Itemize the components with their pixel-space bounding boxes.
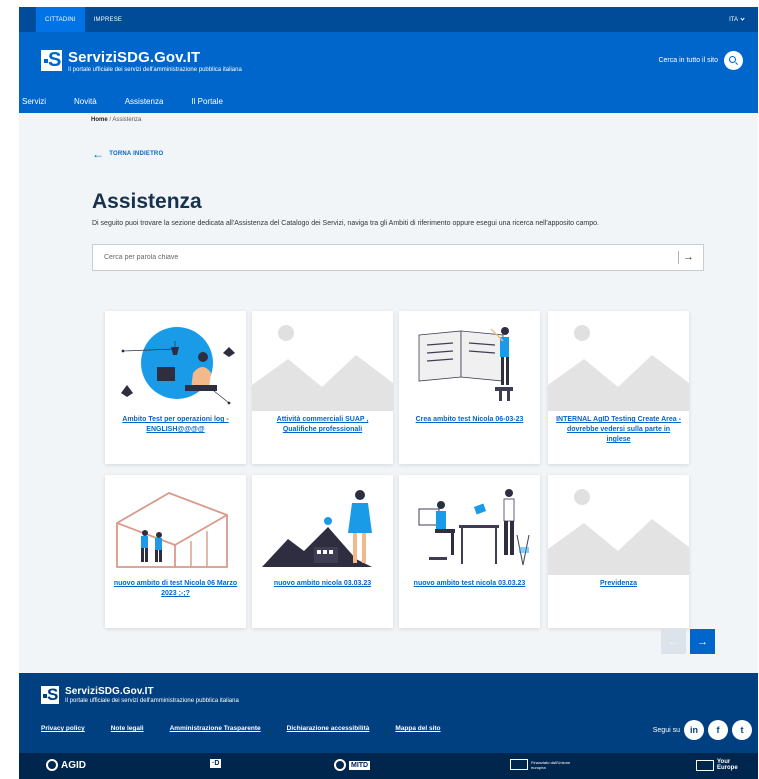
card-nuovo-ambito-06-marzo[interactable]: nuovo ambito di test Nicola 06 Marzo 202…: [105, 475, 246, 628]
book-person-illustration: [418, 327, 513, 401]
card-title[interactable]: Attività commerciali SUAP , Qualifiche p…: [260, 415, 385, 435]
partners-bar: AGID ·D MITD Finanziato dall'Unione euro…: [19, 753, 758, 779]
woman-landscape-illustration: [262, 490, 372, 567]
arrow-right-icon: →: [697, 635, 708, 648]
card-title[interactable]: nuovo ambito nicola 03.03.23: [260, 579, 385, 589]
search-input[interactable]: [93, 245, 677, 270]
search-icon[interactable]: [724, 51, 743, 70]
card-attivita-commerciali[interactable]: Attività commerciali SUAP , Qualifiche p…: [252, 311, 393, 464]
mitd-emblem-icon: [334, 759, 346, 771]
site-header: S ServiziSDG.Gov.IT Il portale ufficiale…: [19, 32, 758, 89]
site-logo-icon[interactable]: S: [41, 49, 62, 71]
arrow-right-icon[interactable]: →: [683, 249, 694, 265]
site-brand[interactable]: ServiziSDG.Gov.IT Il portale ufficiale d…: [68, 49, 242, 73]
footer-site-name: ServiziSDG.Gov.IT: [65, 686, 154, 697]
search-divider: [678, 251, 679, 264]
tab-imprese-label: IMPRESE: [93, 16, 123, 23]
placeholder-mountain-image: [548, 475, 689, 575]
page: CITTADINI IMPRESE ITA S ServiziSDG.Gov.I…: [19, 7, 758, 779]
card-title[interactable]: nuovo ambito test nicola 03.03.23: [407, 579, 532, 589]
card-title[interactable]: Ambito Test per operazioni log - ENGLISH…: [113, 415, 238, 435]
site-footer: S ServiziSDG.Gov.IT Il portale ufficiale…: [19, 673, 758, 779]
logo-letter: S: [47, 685, 59, 704]
follow-label: Segui su: [652, 726, 680, 734]
footer-links: Privacy policy Note legali Amministrazio…: [41, 725, 441, 732]
nav-item-assistenza[interactable]: Assistenza: [125, 97, 164, 106]
eu-funding-logo[interactable]: Finanziato dall'Unione europea: [510, 759, 575, 770]
footer-link-accessibilita[interactable]: Dichiarazione accessibilità: [287, 725, 370, 732]
eu-flag-icon: [510, 759, 528, 770]
top-strip: CITTADINI IMPRESE ITA: [19, 7, 758, 32]
footer-link-mappa[interactable]: Mappa del sito: [395, 725, 440, 732]
prev-page-button[interactable]: ←: [661, 629, 686, 654]
site-tagline: Il portale ufficiale dei servizi dell'am…: [68, 66, 242, 73]
house-frame-illustration: [116, 492, 228, 568]
card-title[interactable]: Previdenza: [556, 579, 681, 589]
arrow-left-icon: ←: [668, 635, 679, 648]
agid-emblem-icon: [46, 759, 58, 771]
card-nuovo-ambito-test-nicola[interactable]: nuovo ambito test nicola 03.03.23: [399, 475, 540, 628]
logo-letter: S: [48, 49, 62, 71]
card-title[interactable]: INTERNAL AgID Testing Create Area - dovr…: [556, 415, 681, 445]
page-title: Assistenza: [92, 190, 202, 213]
pagination: ← →: [661, 629, 715, 654]
dtd-logo[interactable]: ·D: [210, 759, 222, 768]
card-previdenza[interactable]: Previdenza: [548, 475, 689, 628]
nav-item-servizi[interactable]: Servizi: [22, 97, 46, 106]
dtd-label: ·D: [210, 759, 222, 768]
next-page-button[interactable]: →: [690, 629, 715, 654]
header-search[interactable]: Cerca in tutto il sito: [658, 51, 743, 70]
tab-cittadini-label: CITTADINI: [45, 16, 76, 23]
your-europe-logo[interactable]: Your Europe: [696, 759, 741, 771]
breadcrumb: Home / Assistenza: [91, 117, 141, 123]
linkedin-icon[interactable]: in: [684, 720, 704, 740]
back-link-label: TORNA INDIETRO: [109, 151, 164, 157]
mitd-logo[interactable]: MITD: [334, 759, 371, 771]
placeholder-mountain-image: [548, 311, 689, 411]
language-label: ITA: [729, 16, 738, 23]
back-link[interactable]: ← TORNA INDIETRO: [92, 147, 164, 161]
card-nuovo-ambito-nicola[interactable]: nuovo ambito nicola 03.03.23: [252, 475, 393, 628]
footer-brand[interactable]: S ServiziSDG.Gov.IT Il portale ufficiale…: [41, 685, 239, 704]
placeholder-mountain-image: [252, 311, 393, 411]
agid-label: AGID: [61, 759, 86, 771]
site-name: ServiziSDG.Gov.IT: [68, 48, 201, 66]
language-selector[interactable]: ITA: [729, 7, 758, 32]
tab-imprese[interactable]: IMPRESE: [85, 7, 131, 32]
eu-funding-label: Finanziato dall'Unione europea: [531, 759, 571, 770]
keyword-search: →: [92, 244, 704, 271]
main-nav: Servizi Novità Assistenza Il Portale: [19, 89, 758, 113]
card-title[interactable]: Crea ambito test Nicola 06-03-23: [407, 415, 532, 425]
social-links: Segui su in f t: [653, 720, 752, 740]
reading-person-illustration: [121, 327, 235, 405]
eu-flag-icon: [696, 759, 714, 771]
page-description: Di seguito puoi trovare la sezione dedic…: [92, 220, 599, 227]
your-europe-label: Your Europe: [717, 759, 738, 771]
footer-logo-icon: S: [41, 685, 59, 704]
card-title[interactable]: nuovo ambito di test Nicola 06 Marzo 202…: [113, 579, 238, 599]
footer-link-note-legali[interactable]: Note legali: [111, 725, 144, 732]
footer-link-privacy[interactable]: Privacy policy: [41, 725, 85, 732]
agid-logo[interactable]: AGID: [46, 759, 86, 771]
desk-workers-illustration: [418, 489, 530, 566]
nav-item-il-portale[interactable]: Il Portale: [191, 97, 223, 106]
nav-item-novita[interactable]: Novità: [74, 97, 97, 106]
breadcrumb-home[interactable]: Home: [91, 117, 108, 123]
footer-tagline: Il portale ufficiale dei servizi dell'am…: [65, 698, 239, 704]
arrow-left-icon: ←: [92, 147, 105, 161]
chevron-down-icon: [740, 16, 745, 21]
card-internal-agid[interactable]: INTERNAL AgID Testing Create Area - dovr…: [548, 311, 689, 464]
twitter-icon[interactable]: t: [732, 720, 752, 740]
breadcrumb-current: Assistenza: [112, 117, 142, 123]
card-ambito-test[interactable]: Ambito Test per operazioni log - ENGLISH…: [105, 311, 246, 464]
card-crea-ambito[interactable]: Crea ambito test Nicola 06-03-23: [399, 311, 540, 464]
footer-link-amministrazione[interactable]: Amministrazione Trasparente: [170, 725, 261, 732]
mitd-label: MITD: [349, 760, 371, 770]
facebook-icon[interactable]: f: [708, 720, 728, 740]
tab-cittadini[interactable]: CITTADINI: [36, 7, 85, 32]
header-search-label: Cerca in tutto il sito: [658, 57, 718, 64]
